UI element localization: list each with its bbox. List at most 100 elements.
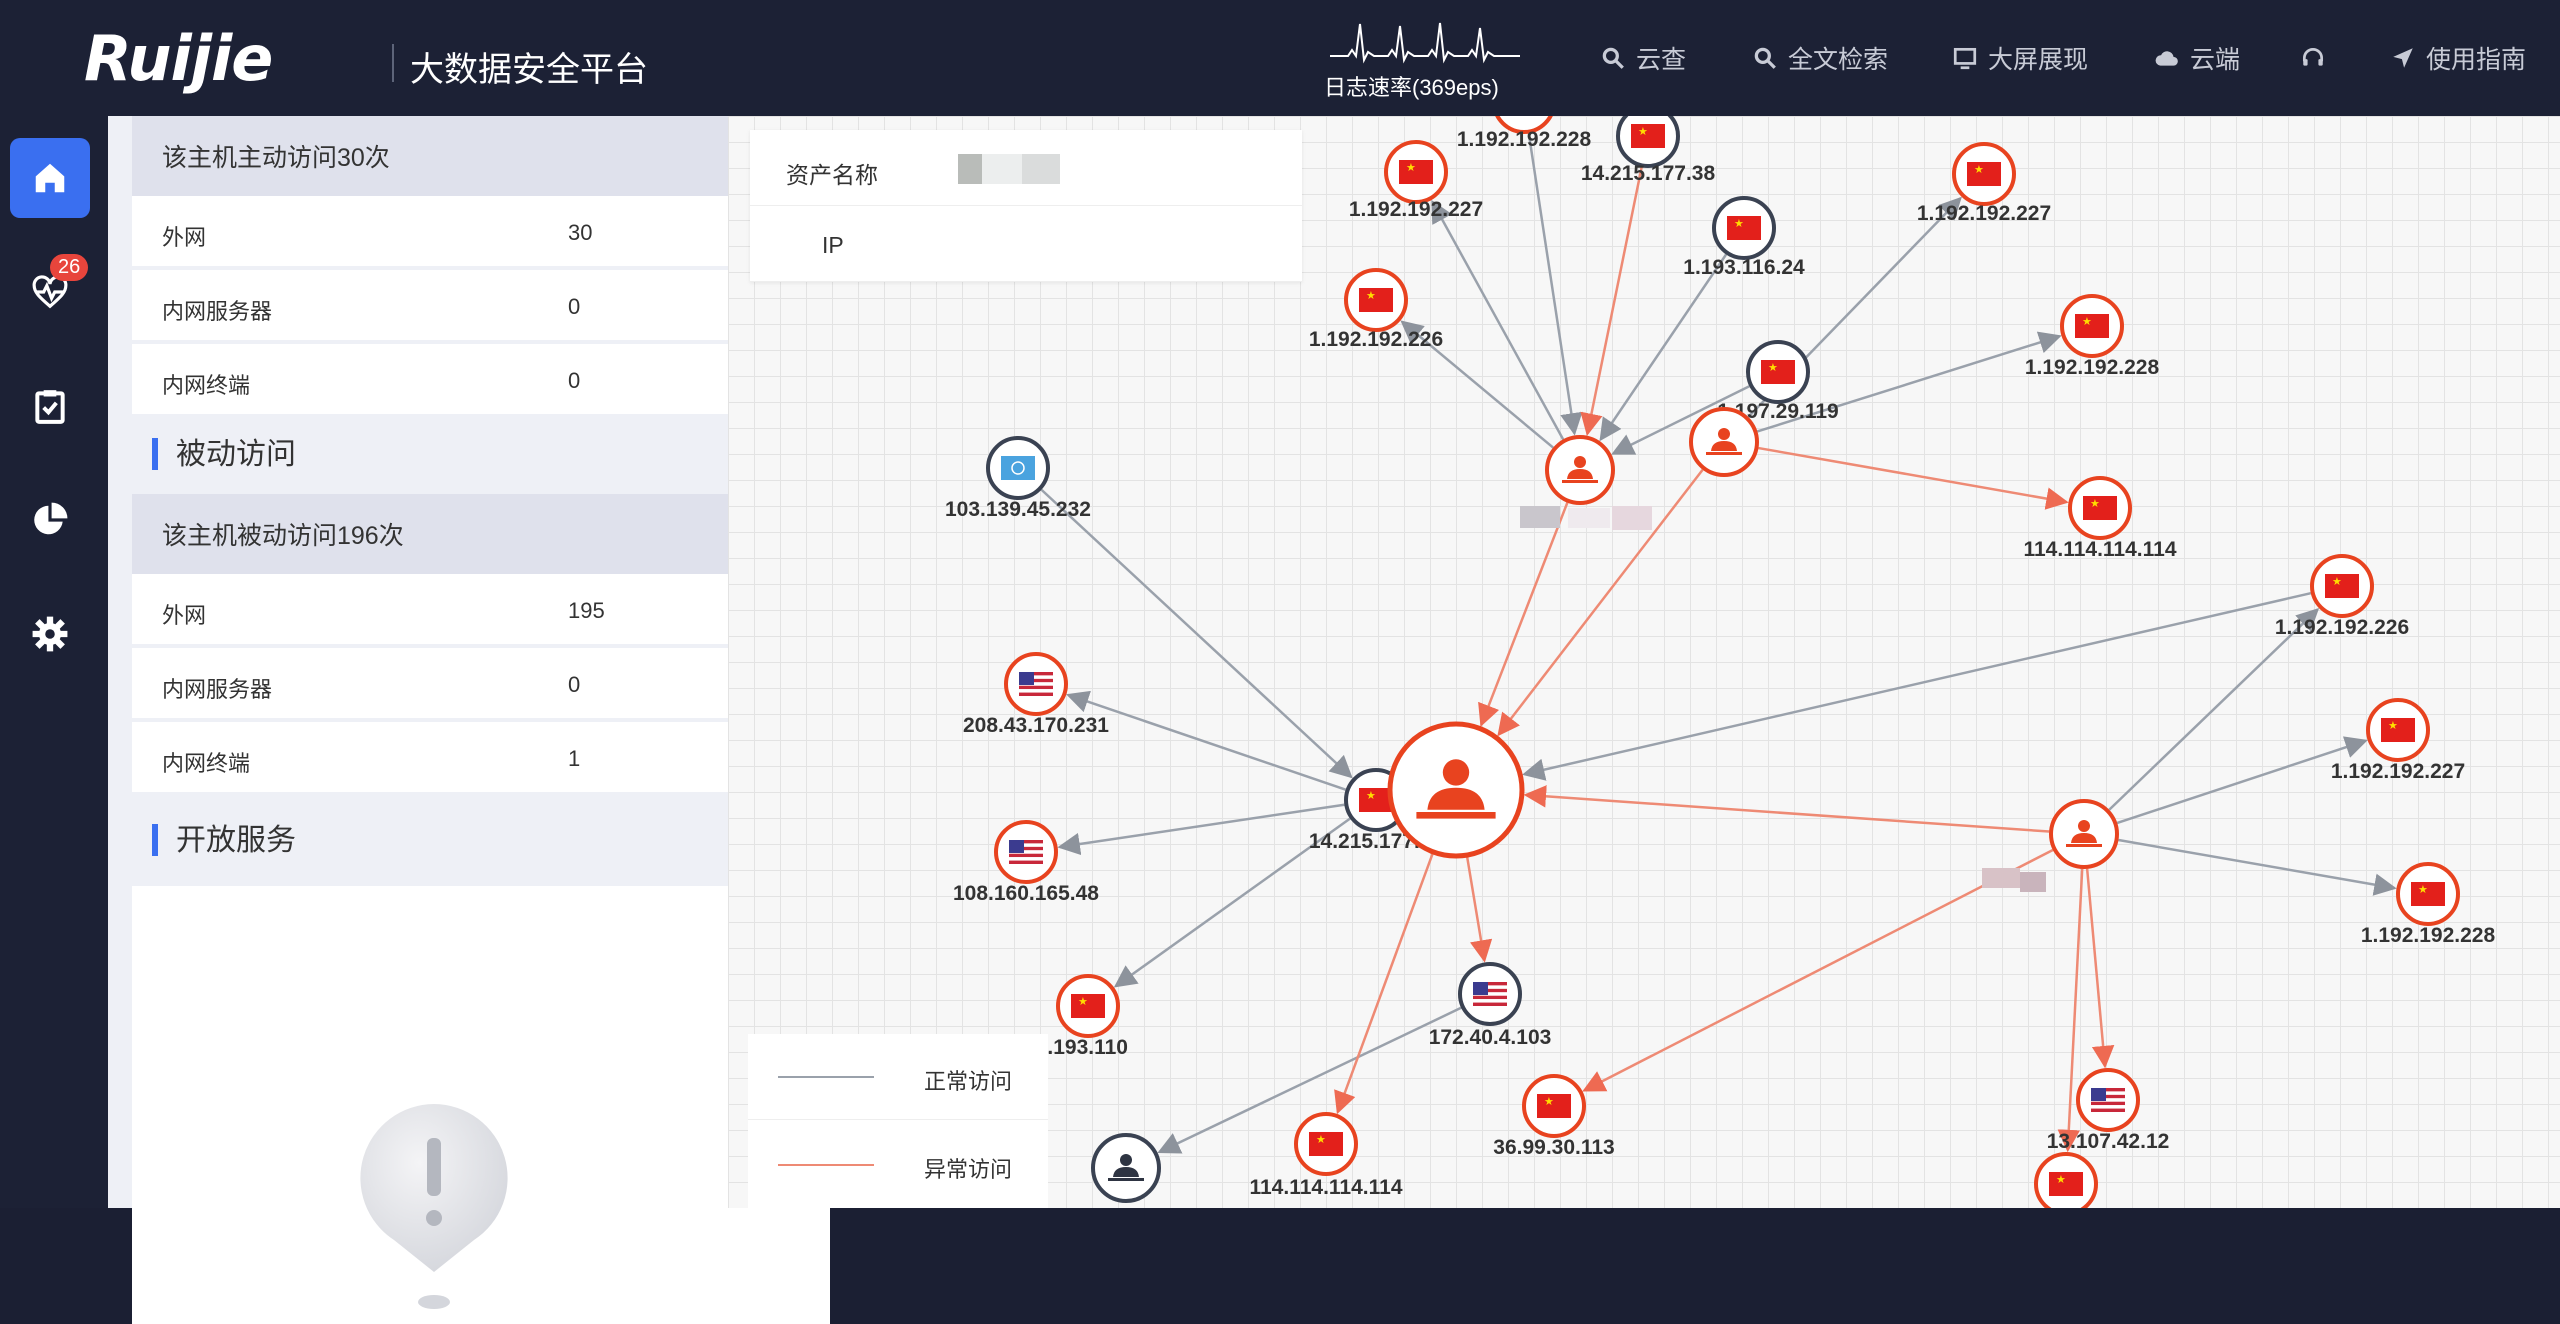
node-ip-label: 1.192.192.226 <box>2275 616 2409 639</box>
ip-node[interactable]: ★ 114.114.114.114 <box>2023 476 2177 561</box>
node-ip-label: 172.40.4.103 <box>1429 1026 1552 1049</box>
ip-node[interactable]: ★ <box>2034 1152 2098 1208</box>
sidebar-item-tasks[interactable] <box>10 366 90 446</box>
node-ip-label: 1.192.192.228 <box>1457 128 1592 151</box>
ip-node[interactable]: ★ 114.114.114.114 <box>1249 1112 1403 1199</box>
cloud-icon <box>2155 51 2178 66</box>
ip-node[interactable]: ★ 36.99.30.113 <box>1493 1074 1615 1159</box>
redacted-hostname <box>1982 868 2020 888</box>
nav-cloud-label: 云端 <box>2190 46 2241 74</box>
table-row: 内网服务器 0 <box>132 648 830 720</box>
flag-star-icon: ★ <box>1768 362 1778 374</box>
row-label: 内网服务器 <box>162 299 273 324</box>
host-node[interactable] <box>1689 407 1759 477</box>
search-icon <box>1754 47 1776 69</box>
access-graph-canvas[interactable]: ★1.192.192.228★14.215.177.38★1.192.192.2… <box>728 116 2560 1208</box>
host-node[interactable] <box>2049 799 2119 869</box>
sidebar-item-reports[interactable] <box>10 480 90 560</box>
china-flag-icon <box>2075 314 2109 338</box>
ip-node[interactable]: ★ 14.215.177.38 <box>1581 116 1716 185</box>
asset-name-row: 资产名称 <box>750 130 1302 206</box>
ip-node[interactable]: ★ 1.192.192.227 <box>2331 698 2465 783</box>
ip-node[interactable]: 103.139.45.232 <box>945 436 1091 521</box>
nav-user-guide[interactable]: 使用指南 <box>2390 40 2526 76</box>
nav-cloud-query[interactable]: 云查 <box>1600 40 1686 76</box>
log-rate-text: 日志速率(369eps) <box>1324 75 1499 100</box>
node-ip-label: 14.215.177.38 <box>1581 162 1716 185</box>
table-row: 内网终端 1 <box>132 722 830 794</box>
nav-user-guide-label: 使用指南 <box>2426 46 2527 74</box>
open-services-area <box>132 886 830 1004</box>
flag-star-icon: ★ <box>1406 162 1416 174</box>
ip-node[interactable]: ★1.192.192.228 <box>1457 116 1592 151</box>
redacted-hostname <box>2020 872 2046 892</box>
ip-node[interactable]: ★ 1.193.116.24 <box>1683 196 1805 279</box>
nav-fulltext-search-label: 全文检索 <box>1788 46 1889 74</box>
nav-cloud[interactable]: 云端 <box>2154 40 2240 76</box>
ip-node[interactable]: ★ 1.192.192.227 <box>1349 140 1483 221</box>
table-row: 外网 195 <box>132 574 830 646</box>
ip-node[interactable]: ★ 1.192.192.227 <box>1917 142 2051 225</box>
ip-node[interactable]: ★1.192.192.228 <box>2025 294 2160 379</box>
row-label: 内网服务器 <box>162 677 273 702</box>
empty-state <box>132 1004 830 1324</box>
china-flag-icon <box>2325 574 2359 598</box>
target-host-node[interactable] <box>1387 721 1525 859</box>
china-flag-icon <box>1537 1094 1571 1118</box>
host-node[interactable] <box>1545 435 1615 505</box>
sidebar-item-settings[interactable] <box>10 594 90 674</box>
row-value: 195 <box>568 598 605 623</box>
node-ip-label: 103.139.45.232 <box>945 498 1091 521</box>
china-flag-icon <box>1727 216 1761 240</box>
headset-icon <box>2302 47 2324 66</box>
node-ip-label: 36.99.30.113 <box>1493 1136 1614 1159</box>
legend-normal[interactable]: 正常访问 <box>748 1034 1048 1120</box>
ip-node[interactable]: ★ 1.192.192.226 <box>1309 268 1443 351</box>
china-flag-icon <box>1399 160 1433 184</box>
log-rate-pulse-icon <box>1330 22 1520 64</box>
row-value: 0 <box>568 368 581 393</box>
ip-node[interactable]: ★1.192.192.228 <box>2361 862 2496 947</box>
nav-big-screen[interactable]: 大屏展现 <box>1952 40 2088 76</box>
pie-chart-icon <box>34 502 68 535</box>
flag-star-icon: ★ <box>1366 290 1376 302</box>
open-services-section-title: 开放服务 <box>132 796 830 878</box>
node-ip-label: 1.192.192.228 <box>2361 924 2496 947</box>
row-label: 外网 <box>162 603 207 628</box>
nav-support[interactable] <box>2300 40 2336 76</box>
clipboard-check-icon <box>35 390 65 424</box>
china-flag-icon <box>1631 124 1665 148</box>
ip-node[interactable]: 172.40.4.103 <box>1429 962 1552 1049</box>
host-node[interactable] <box>1091 1133 1161 1203</box>
flag-star-icon: ★ <box>1544 1096 1554 1108</box>
normal-access-edge <box>2118 838 2397 896</box>
monitor-icon <box>1953 47 1977 70</box>
redacted-hostname <box>1612 506 1652 530</box>
china-flag-icon <box>1309 1132 1343 1156</box>
nav-cloud-query-label: 云查 <box>1636 46 1687 74</box>
sidebar-item-home[interactable] <box>10 138 90 218</box>
nav-fulltext-search[interactable]: 全文检索 <box>1752 40 1888 76</box>
table-row: 内网服务器 0 <box>132 270 830 342</box>
row-value: 0 <box>568 294 581 319</box>
ruijie-logo[interactable]: Ruijie <box>84 22 273 95</box>
abnormal-access-edge <box>1758 446 2069 510</box>
asset-name-redacted <box>958 154 982 184</box>
globe-icon <box>1001 456 1035 480</box>
navigation-icon <box>2393 48 2413 68</box>
china-flag-icon <box>1967 162 2001 186</box>
brand-divider <box>392 44 394 82</box>
ip-node[interactable]: 108.160.165.48 <box>953 820 1099 905</box>
ip-node[interactable]: 208.43.170.231 <box>963 652 1109 737</box>
node-ip-label: 114.114.114.114 <box>2023 538 2176 561</box>
active-access-header: 该主机主动访问30次 <box>132 116 830 196</box>
legend-normal-line <box>778 1076 874 1078</box>
flag-star-icon: ★ <box>2388 720 2398 732</box>
ip-node[interactable]: 13.107.42.12 <box>2047 1068 2170 1153</box>
node-ip-label: 1.192.192.226 <box>1309 328 1443 351</box>
node-ip-label: 1.192.192.227 <box>1349 198 1483 221</box>
normal-access-edge <box>1522 591 2312 781</box>
legend-abnormal[interactable]: 异常访问 <box>748 1122 1048 1208</box>
node-ip-label: 1.192.192.227 <box>1917 202 2051 225</box>
passive-access-section-title: 被动访问 <box>132 410 830 492</box>
